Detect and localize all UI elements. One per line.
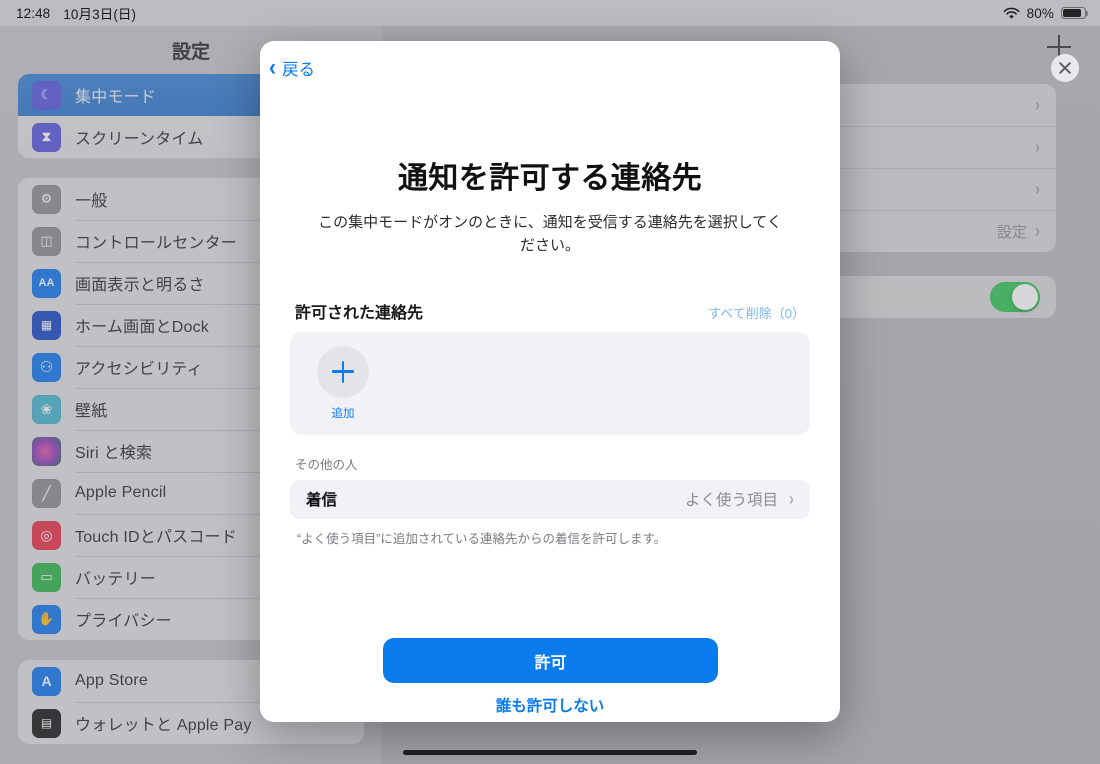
- add-contact-label: 追加: [331, 407, 355, 420]
- wifi-icon: [1003, 7, 1020, 20]
- siri-icon: [32, 436, 61, 466]
- chevron-right-icon: ›: [1035, 136, 1040, 158]
- toggle-switch[interactable]: [990, 282, 1040, 312]
- chevron-left-icon: ‹: [269, 53, 276, 81]
- others-section-title: その他の人: [295, 457, 358, 472]
- allowed-section-header: 許可された連絡先 すべて削除（0）: [290, 299, 810, 323]
- sidebar-item-label: バッテリー: [75, 571, 157, 588]
- incoming-calls-value: よく使う項目: [684, 492, 778, 509]
- back-button-label: 戻る: [282, 61, 315, 79]
- incoming-calls-note: “よく使う項目”に追加されている連絡先からの着信を許可します。: [297, 531, 667, 546]
- accessibility-icon: ⚇: [32, 352, 61, 382]
- plus-icon: [317, 345, 369, 398]
- battery-icon: ▭: [32, 562, 61, 592]
- allowed-section-title: 許可された連絡先: [295, 304, 424, 322]
- wallet-icon: ▤: [32, 708, 61, 738]
- back-button[interactable]: ‹ 戻る: [269, 53, 315, 81]
- moon-icon: ☾: [32, 80, 61, 110]
- page-subtitle: この集中モードがオンのときに、通知を受信する連絡先を選択してください。: [318, 214, 782, 255]
- home-screen-dock-icon: ▦: [32, 310, 61, 340]
- allowed-contacts-modal: 通知を許可する連絡先 この集中モードがオンのときに、通知を受信する連絡先を選択し…: [260, 41, 840, 722]
- clear-all-button[interactable]: すべて削除（0）: [708, 303, 805, 322]
- sidebar-item-label: ホーム画面とDock: [75, 319, 209, 336]
- sidebar-item-label: コントロールセンター: [75, 235, 238, 252]
- sidebar-item-label: アクセシビリティ: [75, 361, 203, 378]
- status-bar: 12:48 10月3日(日) 80%: [0, 0, 1100, 26]
- status-bar-date: 10月3日(日): [63, 7, 137, 22]
- apple-pencil-icon: ╱: [32, 478, 61, 508]
- display-brightness-icon: AA: [32, 268, 61, 298]
- incoming-calls-row[interactable]: 着信 よく使う項目 ›: [290, 479, 810, 519]
- chevron-right-icon: ›: [1035, 94, 1040, 116]
- sidebar-item-label: App Store: [75, 672, 148, 689]
- wallpaper-icon: ❀: [32, 394, 61, 424]
- modal-body: 通知を許可する連絡先 この集中モードがオンのときに、通知を受信する連絡先を選択し…: [260, 153, 840, 547]
- close-button[interactable]: [1051, 54, 1079, 82]
- close-icon: [1059, 62, 1071, 74]
- sidebar-item-label: ウォレットと Apple Pay: [75, 717, 252, 734]
- sidebar-item-label: 壁紙: [75, 403, 108, 420]
- chevron-right-icon: ›: [1035, 178, 1040, 200]
- sidebar-item-label: 画面表示と明るさ: [75, 277, 205, 294]
- sidebar-item-label: 集中モード: [75, 89, 157, 106]
- gear-icon: ⚙: [32, 184, 61, 214]
- ipad-screen: 12:48 10月3日(日) 80% 設定 ☾ 集中モード ⧗ スクリーンタイム…: [0, 0, 1100, 764]
- sidebar-item-label: Touch IDとパスコード: [75, 529, 237, 546]
- sidebar-item-label: スクリーンタイム: [75, 131, 204, 148]
- allow-button[interactable]: 許可: [383, 638, 718, 683]
- battery-percent: 80%: [1026, 5, 1054, 21]
- sidebar-item-label: プライバシー: [75, 613, 172, 630]
- incoming-calls-label: 着信: [306, 492, 338, 509]
- allow-none-button[interactable]: 誰も許可しない: [260, 694, 840, 716]
- status-bar-time: 12:48: [16, 5, 51, 21]
- battery-icon: [1061, 7, 1089, 19]
- page-title: 通知を許可する連絡先: [398, 162, 702, 195]
- sidebar-item-label: Apple Pencil: [75, 484, 167, 501]
- detail-row-value: 設定: [996, 223, 1027, 241]
- home-indicator: [403, 750, 697, 755]
- privacy-hand-icon: ✋: [32, 604, 61, 634]
- sidebar-item-label: 一般: [75, 193, 108, 210]
- hourglass-icon: ⧗: [32, 122, 61, 152]
- control-center-icon: ◫: [32, 226, 61, 256]
- chevron-right-icon: ›: [789, 488, 794, 510]
- allowed-contacts-box: 追加: [290, 331, 810, 435]
- sidebar-item-label: Siri と検索: [75, 445, 153, 462]
- touch-id-icon: ◎: [32, 520, 61, 550]
- add-contact-button[interactable]: 追加: [310, 345, 376, 421]
- app-store-icon: A: [32, 666, 61, 696]
- chevron-right-icon: ›: [1035, 220, 1040, 242]
